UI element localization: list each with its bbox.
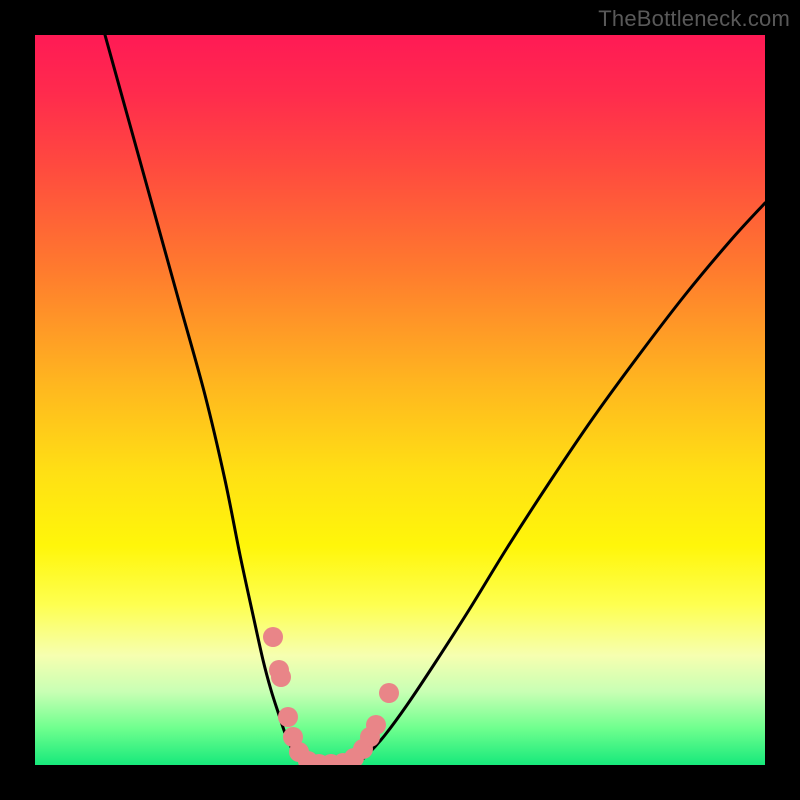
data-marker — [366, 715, 386, 735]
data-marker — [271, 667, 291, 687]
plot-area — [35, 35, 765, 765]
bottleneck-curve — [105, 35, 765, 765]
chart-frame: TheBottleneck.com — [0, 0, 800, 800]
data-marker — [379, 683, 399, 703]
curve-layer — [35, 35, 765, 765]
data-marker — [278, 707, 298, 727]
series-group — [105, 35, 765, 765]
watermark-text: TheBottleneck.com — [598, 6, 790, 32]
data-marker — [263, 627, 283, 647]
